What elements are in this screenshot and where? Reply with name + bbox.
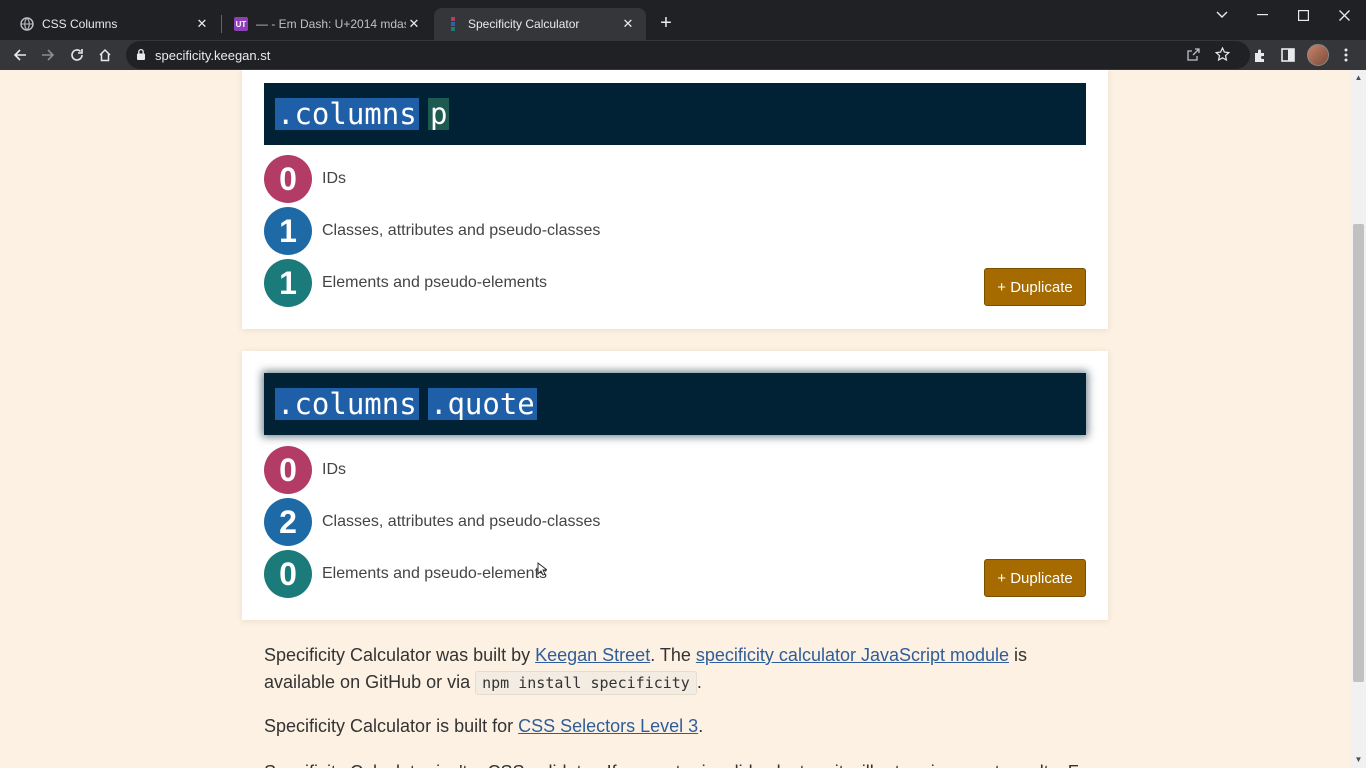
- page-viewport: .columns p 0 IDs 1 Classes, attributes a…: [0, 70, 1351, 768]
- selector-card-1: .columns p 0 IDs 1 Classes, attributes a…: [242, 70, 1108, 329]
- npm-command: npm install specificity: [475, 671, 697, 695]
- tab-specificity-calculator[interactable]: Specificity Calculator ✕: [434, 8, 646, 40]
- close-tab-icon[interactable]: ✕: [406, 16, 422, 32]
- close-tab-icon[interactable]: ✕: [620, 16, 636, 32]
- scrollbar-thumb[interactable]: [1353, 224, 1364, 682]
- selector-input[interactable]: .columns .quote: [264, 373, 1086, 435]
- classes-count-badge: 1: [264, 207, 312, 255]
- tab-strip: CSS Columns ✕ UT — - Em Dash: U+2014 mda…: [0, 0, 1366, 40]
- selector-card-2: .columns .quote 0 IDs 2 Classes, attribu…: [242, 351, 1108, 620]
- selector-token: .quote: [428, 387, 537, 421]
- tab-search-icon[interactable]: [1202, 0, 1242, 30]
- home-icon[interactable]: [93, 43, 117, 67]
- elements-count-badge: 0: [264, 550, 312, 598]
- duplicate-button[interactable]: + Duplicate: [984, 559, 1086, 597]
- selector-token: .columns: [275, 97, 419, 131]
- scroll-up-arrow-icon[interactable]: ▲: [1354, 74, 1363, 82]
- ids-label: IDs: [322, 170, 346, 187]
- credits-text: . The: [650, 645, 696, 665]
- page-scrollbar[interactable]: ▲ ▼: [1351, 70, 1366, 768]
- selectors-level-text: .: [698, 716, 704, 736]
- globe-icon: [20, 17, 34, 31]
- extensions-icon[interactable]: [1248, 43, 1272, 67]
- selector-token: .columns: [275, 387, 419, 421]
- menu-kebab-icon[interactable]: [1334, 43, 1358, 67]
- close-tab-icon[interactable]: ✕: [194, 16, 210, 32]
- back-icon[interactable]: [8, 43, 32, 67]
- count-row-ids: 0 IDs: [264, 155, 346, 203]
- validator-note-paragraph: Specificity Calculator isn't a CSS valid…: [264, 759, 1164, 768]
- css-selectors-level-3-link[interactable]: CSS Selectors Level 3: [518, 716, 698, 736]
- ids-count-badge: 0: [264, 446, 312, 494]
- elements-count-badge: 1: [264, 259, 312, 307]
- count-row-elements: 0 Elements and pseudo-elements: [264, 550, 547, 598]
- tab-em-dash[interactable]: UT — - Em Dash: U+2014 mdash - U ✕: [222, 8, 432, 40]
- elements-label: Elements and pseudo-elements: [322, 274, 548, 291]
- elements-label: Elements and pseudo-elements: [322, 565, 548, 582]
- keegan-street-link[interactable]: Keegan Street: [535, 645, 650, 665]
- scroll-down-arrow-icon[interactable]: ▼: [1354, 756, 1363, 764]
- bookmark-star-icon[interactable]: [1214, 46, 1231, 67]
- js-module-link[interactable]: specificity calculator JavaScript module: [696, 645, 1009, 665]
- count-row-ids: 0 IDs: [264, 446, 346, 494]
- count-row-classes: 1 Classes, attributes and pseudo-classes: [264, 207, 600, 255]
- duplicate-button[interactable]: + Duplicate: [984, 268, 1086, 306]
- reload-icon[interactable]: [65, 43, 89, 67]
- credits-text: .: [696, 672, 702, 692]
- tab-title: Specificity Calculator: [468, 17, 580, 31]
- classes-label: Classes, attributes and pseudo-classes: [322, 513, 601, 530]
- ids-label: IDs: [322, 461, 346, 478]
- new-tab-button[interactable]: +: [655, 12, 677, 34]
- url-text: specificity.keegan.st: [155, 48, 271, 63]
- close-window-icon[interactable]: [1324, 0, 1364, 30]
- count-row-classes: 2 Classes, attributes and pseudo-classes: [264, 498, 600, 546]
- maximize-icon[interactable]: [1283, 0, 1323, 30]
- lock-icon[interactable]: [136, 48, 146, 66]
- selectors-level-paragraph: Specificity Calculator is built for CSS …: [264, 713, 1064, 740]
- tab-title: CSS Columns: [42, 17, 118, 31]
- minimize-icon[interactable]: [1242, 0, 1282, 30]
- address-bar[interactable]: specificity.keegan.st: [126, 41, 1250, 69]
- credits-paragraph: Specificity Calculator was built by Keeg…: [264, 642, 1064, 697]
- browser-toolbar: specificity.keegan.st: [0, 40, 1366, 70]
- classes-count-badge: 2: [264, 498, 312, 546]
- profile-avatar[interactable]: [1307, 44, 1329, 66]
- selectors-level-text: Specificity Calculator is built for: [264, 716, 519, 736]
- ids-count-badge: 0: [264, 155, 312, 203]
- mouse-cursor-icon: [537, 562, 547, 576]
- tab-title: — - Em Dash: U+2014 mdash - U: [256, 17, 406, 31]
- side-panel-icon[interactable]: [1276, 43, 1300, 67]
- tab-css-columns[interactable]: CSS Columns ✕: [8, 8, 220, 40]
- selector-token: p: [428, 97, 450, 131]
- specificity-icon: [446, 17, 460, 31]
- credits-text: Specificity Calculator was built by: [264, 645, 536, 665]
- count-row-elements: 1 Elements and pseudo-elements: [264, 259, 547, 307]
- share-icon[interactable]: [1186, 47, 1201, 67]
- forward-icon[interactable]: [36, 43, 60, 67]
- classes-label: Classes, attributes and pseudo-classes: [322, 222, 601, 239]
- selector-input[interactable]: .columns p: [264, 83, 1086, 145]
- unicode-table-icon: UT: [234, 17, 248, 31]
